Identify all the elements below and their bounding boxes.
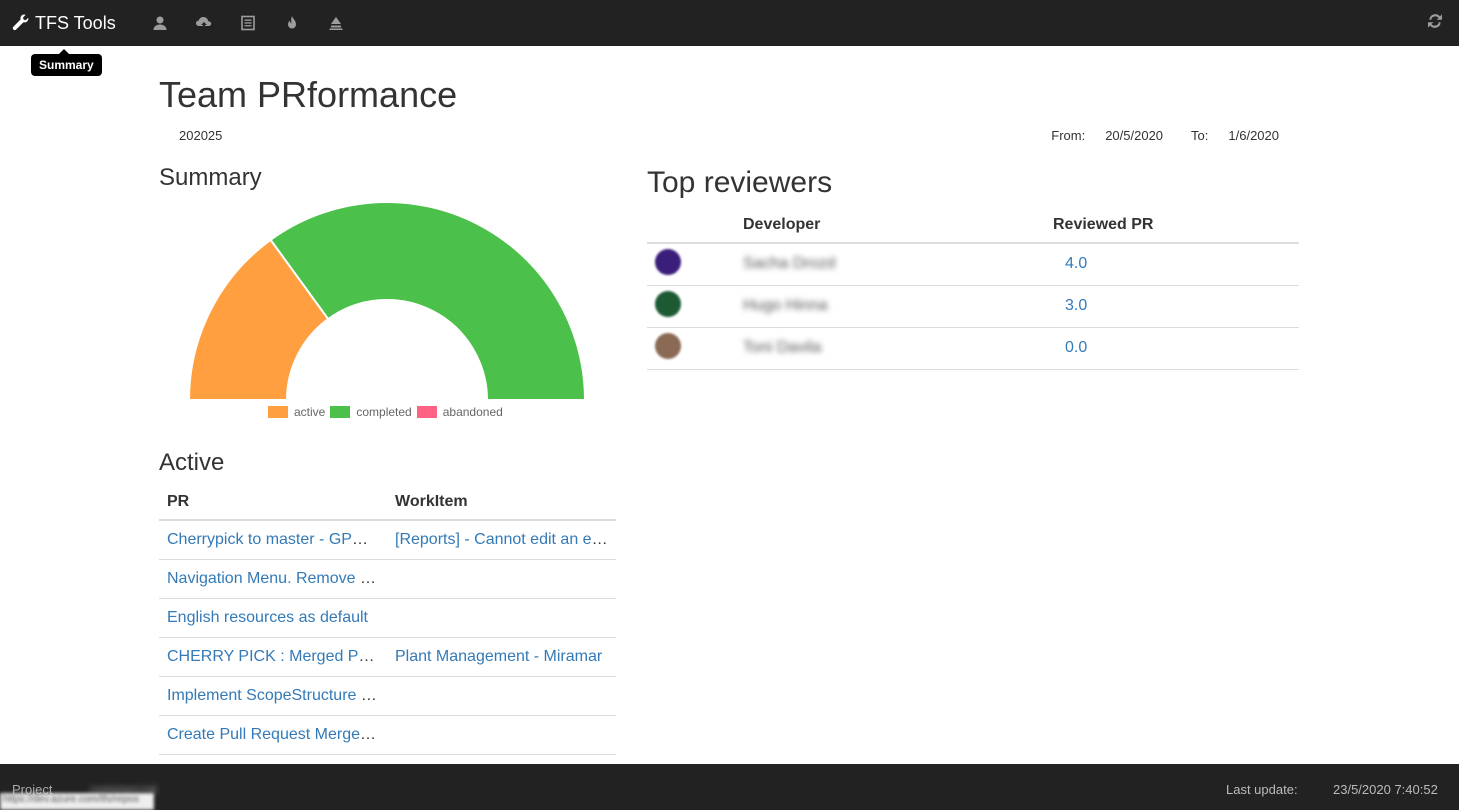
summary-doughnut-chart bbox=[187, 201, 587, 401]
nav-list-button[interactable] bbox=[226, 0, 270, 46]
table-row: CHERRY PICK : Merged PR into master Plan… bbox=[159, 637, 616, 677]
reviewed-count[interactable]: 4.0 bbox=[1065, 255, 1087, 272]
eject-icon bbox=[329, 17, 343, 30]
cloud-upload-icon bbox=[195, 17, 211, 29]
nav-eject-button[interactable] bbox=[314, 0, 358, 46]
from-label: From: bbox=[1051, 128, 1086, 143]
last-update-label: Last update: bbox=[1226, 782, 1298, 797]
refresh-button[interactable] bbox=[1427, 13, 1447, 33]
avatar bbox=[655, 248, 681, 275]
table-row: Implement ScopeStructure changes bbox=[159, 676, 616, 716]
from-date: 20/5/2020 bbox=[1105, 128, 1164, 143]
legend-label-completed: completed bbox=[356, 405, 412, 419]
pr-link[interactable]: Create Pull Request Merge policy bbox=[167, 726, 387, 743]
legend-swatch-active bbox=[268, 406, 288, 418]
fire-icon bbox=[287, 16, 296, 29]
workitem-link[interactable]: [Reports] - Cannot edit an existing repo… bbox=[395, 531, 616, 548]
refresh-icon bbox=[1428, 14, 1442, 28]
legend-item-completed[interactable]: completed bbox=[330, 405, 412, 419]
col-header-avatar bbox=[647, 208, 735, 244]
avatar bbox=[655, 290, 681, 317]
table-row: Sacha Drozd 4.0 bbox=[647, 243, 1299, 286]
nav-fire-button[interactable] bbox=[270, 0, 314, 46]
legend-label-abandoned: abandoned bbox=[442, 405, 503, 419]
col-header-workitem: WorkItem bbox=[387, 485, 616, 521]
avatar bbox=[655, 332, 681, 359]
status-url-bar: https://dev.azure.com/tfs/repos bbox=[0, 793, 154, 810]
chart-legend: active completed abandoned bbox=[268, 405, 508, 419]
col-header-reviewed: Reviewed PR bbox=[1045, 208, 1299, 244]
chart-slice-completed[interactable] bbox=[269, 201, 587, 401]
table-row: Hugo Hinna 3.0 bbox=[647, 285, 1299, 328]
to-label: To: bbox=[1191, 128, 1209, 143]
developer-name: Sacha Drozd bbox=[743, 255, 836, 273]
table-header-row: PR WorkItem bbox=[159, 485, 616, 521]
legend-label-active: active bbox=[294, 405, 326, 419]
col-header-pr: PR bbox=[159, 485, 387, 521]
legend-swatch-abandoned bbox=[416, 406, 437, 418]
legend-swatch-completed bbox=[330, 406, 351, 418]
table-row: Cherrypick to master - GPM-Fix product f… bbox=[159, 520, 616, 560]
table-row: Navigation Menu. Remove unused items bbox=[159, 559, 616, 599]
list-icon bbox=[240, 15, 255, 31]
top-reviewers-table: Developer Reviewed PR Sacha Drozd 4.0 Hu… bbox=[647, 208, 1299, 370]
reviewed-count[interactable]: 0.0 bbox=[1065, 339, 1087, 356]
developer-name: Hugo Hinna bbox=[743, 297, 828, 314]
wrench-icon bbox=[12, 14, 29, 31]
workitem-link[interactable]: Plant Management - Miramar bbox=[395, 648, 602, 665]
brand-title: TFS Tools bbox=[35, 12, 116, 33]
footer-bar: Project commercial Last update: 23/5/202… bbox=[0, 764, 1459, 810]
table-row: English resources as default bbox=[159, 598, 616, 638]
summary-tooltip: Summary bbox=[31, 49, 102, 76]
summary-chart bbox=[159, 200, 616, 430]
pr-link[interactable]: Navigation Menu. Remove unused items bbox=[167, 570, 387, 587]
to-date: 1/6/2020 bbox=[1228, 128, 1279, 143]
table-header-row: Developer Reviewed PR bbox=[647, 208, 1299, 244]
active-heading: Active bbox=[159, 449, 225, 476]
reviewed-count[interactable]: 3.0 bbox=[1065, 297, 1087, 314]
pr-link[interactable]: Implement ScopeStructure changes bbox=[167, 687, 387, 704]
brand-link[interactable]: TFS Tools bbox=[12, 13, 116, 34]
col-header-developer: Developer bbox=[735, 208, 1045, 244]
legend-item-active[interactable]: active bbox=[268, 405, 325, 419]
top-navbar: TFS Tools bbox=[0, 0, 1459, 46]
top-reviewers-heading: Top reviewers bbox=[647, 166, 833, 199]
user-icon bbox=[153, 16, 167, 30]
developer-name: Toni Davila bbox=[743, 339, 822, 356]
pr-link[interactable]: English resources as default bbox=[167, 609, 368, 626]
date-range: From: 20/5/2020 To: 1/6/2020 bbox=[1051, 128, 1279, 143]
nav-summary-button[interactable] bbox=[138, 0, 182, 46]
table-row: Create Pull Request Merge policy bbox=[159, 715, 616, 755]
active-pr-table: PR WorkItem Cherrypick to master - GPM-F… bbox=[159, 485, 616, 755]
table-row: Toni Davila 0.0 bbox=[647, 327, 1299, 370]
last-update-value: 23/5/2020 7:40:52 bbox=[1333, 782, 1438, 797]
period-label: 202025 bbox=[179, 128, 223, 143]
pr-link[interactable]: CHERRY PICK : Merged PR into master bbox=[167, 648, 387, 665]
page-title: Team PRformance bbox=[159, 74, 458, 115]
legend-item-abandoned[interactable]: abandoned bbox=[416, 405, 503, 419]
pr-link[interactable]: Cherrypick to master - GPM-Fix product f… bbox=[167, 531, 387, 548]
nav-upload-button[interactable] bbox=[182, 0, 226, 46]
summary-heading: Summary bbox=[159, 164, 262, 191]
